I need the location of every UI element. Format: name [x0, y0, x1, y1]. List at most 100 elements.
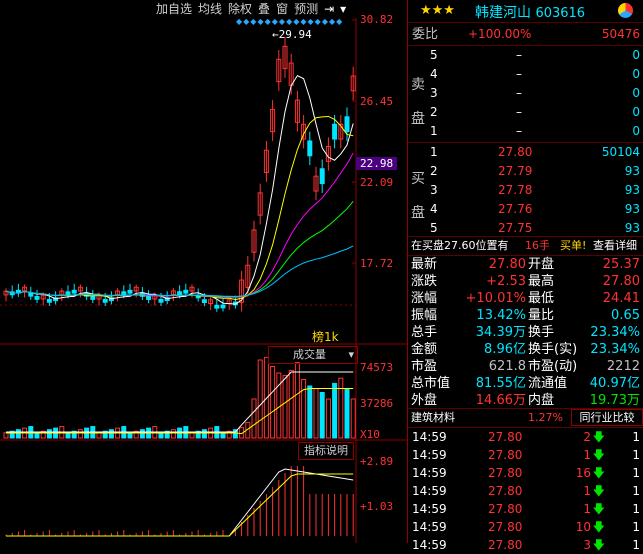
high-price-annotation: ←29.94: [272, 28, 312, 41]
tick-count: 1: [632, 448, 640, 462]
stat-label-right: 流通值: [528, 376, 568, 391]
candle-type-label[interactable]: 榜1k: [312, 328, 339, 345]
stat-row: 外盘 14.66万 内盘 19.73万: [408, 392, 643, 409]
stat-value-right: 2212: [606, 359, 640, 374]
volume-bar: [3, 432, 9, 439]
stat-label-left: 涨幅: [411, 291, 438, 306]
down-arrow-icon: 🡇: [592, 484, 605, 498]
buy-level-price: 27.75: [498, 221, 533, 235]
sell-level-volume: 0: [632, 86, 640, 100]
buy-level-row[interactable]: 3 27.78 93: [408, 182, 643, 199]
indicator-axis-top: +2.89: [360, 455, 394, 468]
buy-level-price: 27.76: [498, 202, 533, 216]
sector-pct: 1.27%: [528, 411, 563, 424]
volume-bar: [270, 366, 276, 439]
buy-level-row[interactable]: 5 27.75 93: [408, 220, 643, 237]
sell-level-price: –: [516, 86, 522, 100]
tick-price: 27.80: [488, 430, 523, 444]
sector-row: 建筑材料 1.27% 同行业比较: [408, 409, 643, 426]
buy-level-row[interactable]: 4 27.76 93: [408, 201, 643, 218]
sell-level-row[interactable]: 4 – 0: [408, 66, 643, 83]
sell-level-row[interactable]: 1 – 0: [408, 123, 643, 140]
volume-bar: [251, 398, 257, 439]
sell-level-number: 5: [430, 48, 438, 62]
stat-row: 涨幅 +10.01% 最低 24.41: [408, 290, 643, 307]
stat-value-right: 24.41: [602, 291, 640, 306]
volume-selector[interactable]: 成交量 ▾: [268, 346, 358, 364]
candle-body: [121, 291, 127, 296]
stat-value-left: 34.39万: [475, 325, 526, 340]
tick-volume: 10: [575, 520, 591, 534]
tick-row: 14:59 27.80 1 🡇 1: [408, 446, 643, 464]
stat-label-right: 最低: [528, 291, 555, 306]
indicator-line-1: [6, 468, 354, 537]
chevron-down-icon: ▾: [348, 348, 354, 361]
buy-level-price: 27.80: [498, 145, 533, 159]
sector-name[interactable]: 建筑材料: [411, 409, 455, 426]
candle-body: [220, 304, 226, 309]
price-axis-mid1: 26.45: [360, 95, 394, 108]
volume-bar: [220, 432, 226, 439]
tick-volume: 1: [583, 502, 591, 516]
volume-bar: [96, 432, 102, 439]
buy-level-price: 27.78: [498, 183, 533, 197]
pending-text: 在买盘27.60位置有: [411, 239, 509, 252]
volume-bar: [189, 432, 195, 439]
down-arrow-icon: 🡇: [592, 448, 605, 462]
buy-level-row[interactable]: 2 27.79 93: [408, 163, 643, 180]
ma10-line: [5, 115, 354, 301]
stat-label-right: 换手(实): [528, 342, 578, 357]
stat-label-right: 开盘: [528, 257, 555, 272]
volume-bar: [34, 432, 40, 439]
sell-level-number: 4: [430, 67, 438, 81]
tick-price: 27.80: [488, 484, 523, 498]
volume-bar: [350, 398, 356, 439]
sell-level-row[interactable]: 3 – 0: [408, 85, 643, 102]
sell-level-row[interactable]: 5 – 0: [408, 47, 643, 64]
tick-row: 14:59 27.80 1 🡇 1: [408, 482, 643, 500]
tick-count: 1: [632, 466, 640, 480]
tick-count: 1: [632, 484, 640, 498]
tick-volume: 1: [583, 484, 591, 498]
volume-bar: [201, 429, 207, 439]
stat-row: 总手 34.39万 换手 23.34%: [408, 324, 643, 341]
indicator-line-2: [6, 473, 354, 537]
pending-action: 买单!: [560, 239, 587, 252]
ma30-line: [5, 201, 354, 298]
sell-level-row[interactable]: 2 – 0: [408, 104, 643, 121]
volume-bar: [46, 429, 52, 439]
candle-body: [158, 298, 164, 303]
candle-body: [102, 298, 108, 303]
stat-value-right: 25.37: [602, 257, 640, 272]
candle-body: [28, 292, 34, 297]
pending-count: 16手: [525, 239, 550, 252]
weibi-pct: +100.00%: [468, 27, 532, 41]
down-arrow-icon: 🡇: [592, 466, 605, 480]
stat-label-left: 总市值: [411, 376, 451, 391]
indicator-help-button[interactable]: 指标说明: [298, 442, 354, 460]
tick-count: 1: [632, 520, 640, 534]
candle-body: [71, 289, 77, 294]
industry-compare-button[interactable]: 同行业比较: [571, 409, 643, 426]
volume-bar: [77, 429, 83, 439]
volume-bar: [288, 369, 294, 439]
sell-level-number: 2: [430, 105, 438, 119]
stat-value-right: 40.97亿: [589, 376, 640, 391]
volume-bar: [257, 359, 263, 439]
view-detail-link[interactable]: 查看详细: [593, 237, 637, 254]
stat-value-left: 14.66万: [475, 393, 526, 408]
sector-pie-icon[interactable]: [618, 3, 633, 18]
stat-value-left: 81.55亿: [475, 376, 526, 391]
tick-time: 14:59: [412, 520, 447, 534]
kline-chart[interactable]: [0, 0, 408, 543]
candle-body: [90, 296, 96, 300]
buy-level-row[interactable]: 1 27.80 50104: [408, 144, 643, 161]
stat-value-left: 13.42%: [476, 308, 526, 323]
tick-time: 14:59: [412, 538, 447, 552]
candle-body: [307, 140, 313, 157]
candle-body: [46, 298, 52, 303]
buy-level-volume: 93: [624, 202, 640, 216]
stat-row: 最新 27.80 开盘 25.37: [408, 256, 643, 273]
stat-label-left: 总手: [411, 325, 438, 340]
volume-bar: [15, 429, 21, 439]
